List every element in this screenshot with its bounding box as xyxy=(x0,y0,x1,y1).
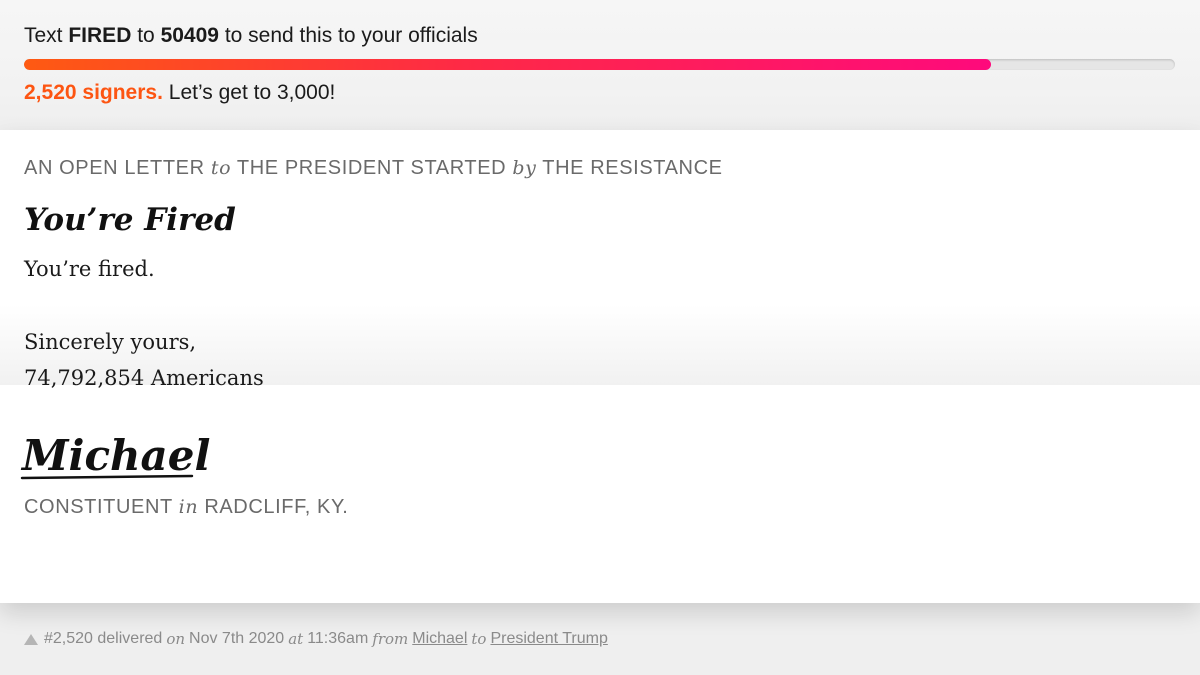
triangle-up-icon xyxy=(24,633,38,645)
delivery-date: Nov 7th 2020 xyxy=(189,630,285,647)
letter-card: AN OPEN LETTER to THE PRESIDENT STARTED … xyxy=(0,130,1200,603)
delivery-footer: #2,520 delivered on Nov 7th 2020 at 11:3… xyxy=(24,630,608,648)
sender-link[interactable]: Michael xyxy=(412,630,467,648)
signers-progress-bar xyxy=(24,59,1175,70)
text-to-send-instruction: Text FIRED to 50409 to send this to your… xyxy=(24,24,478,48)
top-banner: Text FIRED to 50409 to send this to your… xyxy=(0,0,1200,130)
signers-progress-fill xyxy=(24,59,991,70)
delivery-time: 11:36am xyxy=(307,630,369,647)
letter-signers-line: 74,792,854 Americans xyxy=(24,366,264,390)
signers-status: 2,520 signers. Let’s get to 3,000! xyxy=(24,81,335,105)
cta-shortcode: 50409 xyxy=(160,24,219,47)
cta-keyword: FIRED xyxy=(68,24,132,47)
letter-body: You’re fired. xyxy=(24,257,155,281)
signers-goal: Let’s get to 3,000! xyxy=(168,81,336,104)
letter-title: You’re Fired xyxy=(24,202,236,238)
signature-graphic: Michael xyxy=(20,431,210,480)
cta-suffix: to send this to your officials xyxy=(224,24,478,47)
signature: Michael xyxy=(20,430,220,487)
signer-location: CONSTITUENT in RADCLIFF, KY. xyxy=(24,496,349,518)
cta-mid: to xyxy=(137,24,155,47)
signers-count: 2,520 signers. xyxy=(24,81,163,104)
letter-kicker: AN OPEN LETTER to THE PRESIDENT STARTED … xyxy=(24,157,723,179)
recipient-link[interactable]: President Trump xyxy=(490,630,607,648)
svg-text:Michael: Michael xyxy=(20,431,210,480)
letter-closing: Sincerely yours, xyxy=(24,330,197,354)
delivered-count: #2,520 delivered xyxy=(44,630,163,647)
cta-prefix: Text xyxy=(24,24,63,47)
